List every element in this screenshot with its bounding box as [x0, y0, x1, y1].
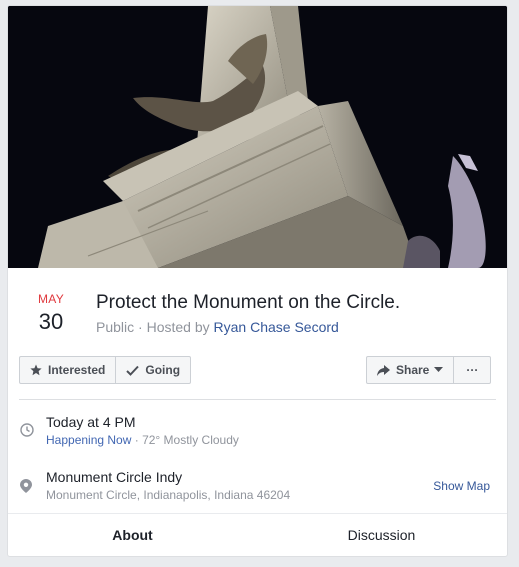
event-card: MAY 30 Protect the Monument on the Circl… — [7, 5, 508, 557]
more-options-icon: ··· — [466, 363, 479, 377]
happening-now-link[interactable]: Happening Now — [46, 433, 131, 447]
going-button[interactable]: Going — [115, 357, 190, 383]
host-link[interactable]: Ryan Chase Secord — [214, 319, 339, 335]
caret-down-icon — [434, 367, 444, 372]
event-tabs: About Discussion — [8, 513, 507, 556]
more-options-button[interactable]: ··· — [453, 357, 490, 383]
clock-icon — [20, 423, 34, 437]
checkmark-icon — [126, 365, 140, 376]
location-name[interactable]: Monument Circle Indy — [46, 469, 182, 485]
interested-button[interactable]: Interested — [20, 357, 115, 383]
interested-label: Interested — [48, 363, 106, 377]
share-label: Share — [396, 363, 430, 377]
rsvp-button-group: Interested Going — [19, 356, 192, 384]
weather-text: · 72° Mostly Cloudy — [134, 433, 239, 447]
event-month: MAY — [37, 292, 64, 306]
event-status: Happening Now · 72° Mostly Cloudy — [46, 433, 239, 447]
event-day: 30 — [38, 309, 64, 334]
event-time: Today at 4 PM — [46, 414, 136, 430]
share-arrow-icon — [377, 364, 390, 376]
location-address: Monument Circle, Indianapolis, Indiana 4… — [46, 488, 291, 502]
hosted-by-label: · Hosted by — [138, 319, 210, 335]
share-button[interactable]: Share — [367, 357, 453, 383]
event-subline: Public · Hosted by Ryan Chase Secord — [96, 319, 339, 335]
event-cover-photo[interactable] — [8, 6, 507, 268]
star-icon — [30, 364, 42, 376]
location-pin-icon — [20, 479, 32, 493]
section-divider — [19, 399, 496, 400]
event-privacy: Public — [96, 319, 135, 335]
show-map-link[interactable]: Show Map — [433, 479, 490, 493]
tab-discussion[interactable]: Discussion — [265, 514, 498, 556]
going-label: Going — [145, 363, 181, 377]
tab-about[interactable]: About — [16, 514, 249, 556]
share-button-group: Share ··· — [366, 356, 492, 384]
monument-illustration — [8, 6, 507, 268]
event-date: MAY 30 — [26, 292, 76, 336]
event-title: Protect the Monument on the Circle. — [96, 292, 401, 313]
